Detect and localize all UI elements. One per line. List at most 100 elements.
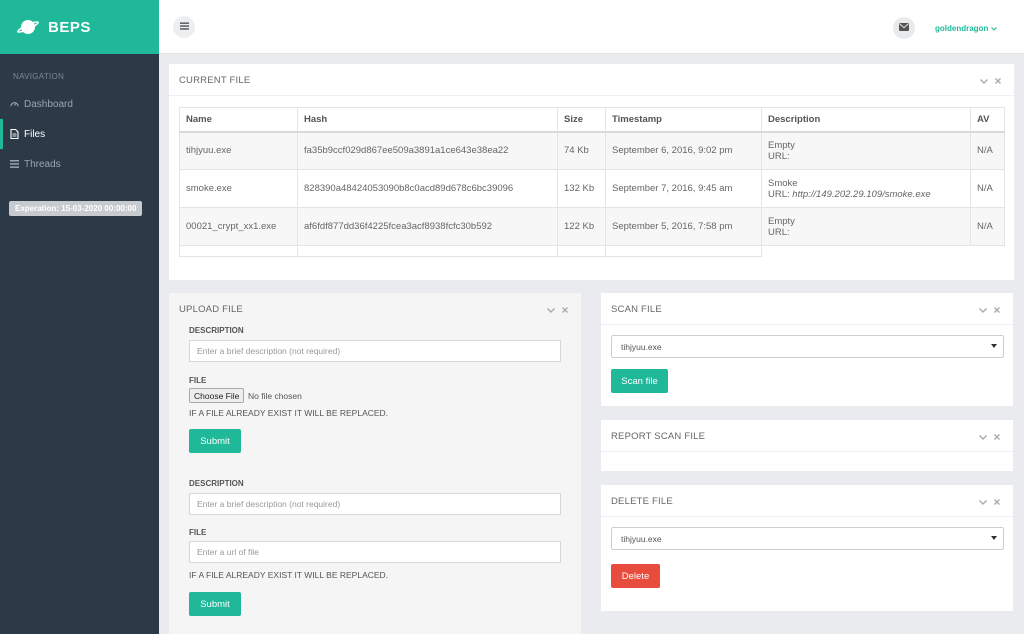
panel-tools xyxy=(979,433,1001,441)
replace-note: IF A FILE ALREADY EXIST IT WILL BE REPLA… xyxy=(189,408,389,418)
expiration-badge: Experation: 15-03-2020 00:00:00 xyxy=(9,201,143,216)
url-label: URL: xyxy=(768,188,790,200)
description-url: URL: http://149.202.29.109/smoke.exe xyxy=(768,189,964,200)
chevron-down-icon[interactable] xyxy=(979,433,987,441)
submit-upload-button[interactable]: Submit xyxy=(189,429,241,453)
sidebar-item-label: Dashboard xyxy=(24,98,73,110)
cell-timestamp: September 5, 2016, 7:58 pm xyxy=(605,207,762,246)
description-text: Smoke xyxy=(768,177,798,189)
hamburger-icon xyxy=(179,22,189,33)
description-text: Empty xyxy=(768,139,795,151)
column-header-size[interactable]: Size xyxy=(557,107,606,133)
table-header-row: Name Hash Size Timestamp Description AV xyxy=(179,107,1005,133)
table-row-empty xyxy=(179,245,1005,257)
select-value: tihjyuu.exe xyxy=(621,341,662,352)
column-header-av[interactable]: AV xyxy=(970,107,1005,133)
cell-size: 132 Kb xyxy=(557,169,606,208)
panel-tools xyxy=(547,306,569,314)
chevron-down-icon[interactable] xyxy=(979,306,987,314)
nav-list: Dashboard Files Threads xyxy=(0,89,159,179)
chevron-down-icon[interactable] xyxy=(979,498,987,506)
upload-file-panel: UPLOAD FILE DESCRIPTION FILE Choose File… xyxy=(169,293,581,634)
file-url-input[interactable] xyxy=(189,541,561,563)
url-label: URL: xyxy=(768,226,790,238)
nav-heading: NAVIGATION xyxy=(13,72,65,81)
panel-tools xyxy=(979,306,1001,314)
delete-file-panel: DELETE FILE tihjyuu.exe Delete xyxy=(601,485,1013,611)
file-status: No file chosen xyxy=(248,391,302,401)
menu-toggle-button[interactable] xyxy=(173,16,195,38)
url-label: URL: xyxy=(768,150,790,162)
description-url: URL: xyxy=(768,151,964,162)
description-url: URL: xyxy=(768,227,964,238)
chevron-down-icon[interactable] xyxy=(980,77,988,85)
list-icon xyxy=(9,159,19,169)
files-table: Name Hash Size Timestamp Description AV … xyxy=(179,107,1005,257)
file-icon xyxy=(9,129,19,139)
dashboard-icon xyxy=(9,99,19,109)
description-label: DESCRIPTION xyxy=(189,326,244,335)
file-label: FILE xyxy=(189,528,207,537)
description-label: DESCRIPTION xyxy=(189,479,244,488)
scan-file-button[interactable]: Scan file xyxy=(611,369,668,393)
file-label: FILE xyxy=(189,376,207,385)
description-text: Empty xyxy=(768,215,795,227)
cell-name: 00021_crypt_xx1.exe xyxy=(179,207,298,246)
table-row[interactable]: smoke.exe 828390a48424053090b8c0acd89d67… xyxy=(179,169,1005,208)
close-icon[interactable] xyxy=(561,306,569,314)
delete-file-select[interactable]: tihjyuu.exe xyxy=(611,527,1004,550)
column-header-hash[interactable]: Hash xyxy=(297,107,558,133)
sidebar-item-label: Files xyxy=(24,128,46,140)
sidebar-item-label: Threads xyxy=(24,158,61,170)
panel-divider xyxy=(169,95,1014,96)
panel-title: CURRENT FILE xyxy=(179,75,251,86)
close-icon[interactable] xyxy=(993,306,1001,314)
messages-button[interactable] xyxy=(893,17,915,39)
replace-note: IF A FILE ALREADY EXIST IT WILL BE REPLA… xyxy=(189,570,389,580)
sidebar-item-threads[interactable]: Threads xyxy=(0,149,159,179)
panel-divider xyxy=(601,451,1013,452)
cell-size: 122 Kb xyxy=(557,207,606,246)
sidebar-item-dashboard[interactable]: Dashboard xyxy=(0,89,159,119)
cell-description: Smoke URL: http://149.202.29.109/smoke.e… xyxy=(761,169,971,208)
panel-title: UPLOAD FILE xyxy=(179,304,243,315)
column-header-name[interactable]: Name xyxy=(179,107,298,133)
submit-url-button[interactable]: Submit xyxy=(189,592,241,616)
panel-title: SCAN FILE xyxy=(611,304,662,315)
cell-description: Empty URL: xyxy=(761,207,971,246)
column-header-description[interactable]: Description xyxy=(761,107,971,133)
chevron-down-icon[interactable] xyxy=(547,306,555,314)
user-menu[interactable]: goldendragon xyxy=(935,24,997,33)
select-value: tihjyuu.exe xyxy=(621,533,662,544)
delete-file-button[interactable]: Delete xyxy=(611,564,660,588)
sidebar-item-files[interactable]: Files xyxy=(0,119,159,149)
cell-av: N/A xyxy=(970,207,1005,246)
url-link[interactable]: http://149.202.29.109/smoke.exe xyxy=(792,189,930,200)
brand-title: BEPS xyxy=(48,18,91,36)
chevron-down-icon xyxy=(990,24,997,33)
panel-tools xyxy=(979,498,1001,506)
cell-hash: fa35b9ccf029d867ee509a3891a1ce643e38ea22 xyxy=(297,131,558,170)
panel-tools xyxy=(980,77,1002,85)
column-header-timestamp[interactable]: Timestamp xyxy=(605,107,762,133)
cell-timestamp: September 7, 2016, 9:45 am xyxy=(605,169,762,208)
brand[interactable]: BEPS xyxy=(0,0,159,54)
cell-av: N/A xyxy=(970,169,1005,208)
close-icon[interactable] xyxy=(993,498,1001,506)
cell-timestamp: September 6, 2016, 9:02 pm xyxy=(605,131,762,170)
caret-down-icon xyxy=(991,344,997,348)
cell-av: N/A xyxy=(970,131,1005,170)
table-row[interactable]: tihjyuu.exe fa35b9ccf029d867ee509a3891a1… xyxy=(179,131,1005,170)
close-icon[interactable] xyxy=(993,433,1001,441)
panel-title: REPORT SCAN FILE xyxy=(611,431,706,442)
table-row[interactable]: 00021_crypt_xx1.exe af6fdf877dd36f4225fc… xyxy=(179,207,1005,246)
description-input[interactable] xyxy=(189,493,561,515)
cell-name: smoke.exe xyxy=(179,169,298,208)
scan-file-select[interactable]: tihjyuu.exe xyxy=(611,335,1004,358)
choose-file-button[interactable]: Choose File xyxy=(189,388,245,403)
cell-description: Empty URL: xyxy=(761,131,971,170)
close-icon[interactable] xyxy=(994,77,1002,85)
description-input[interactable] xyxy=(189,340,561,362)
sidebar: BEPS NAVIGATION Dashboard Files Threads … xyxy=(0,0,159,634)
scan-file-panel: SCAN FILE tihjyuu.exe Scan file xyxy=(601,293,1013,406)
